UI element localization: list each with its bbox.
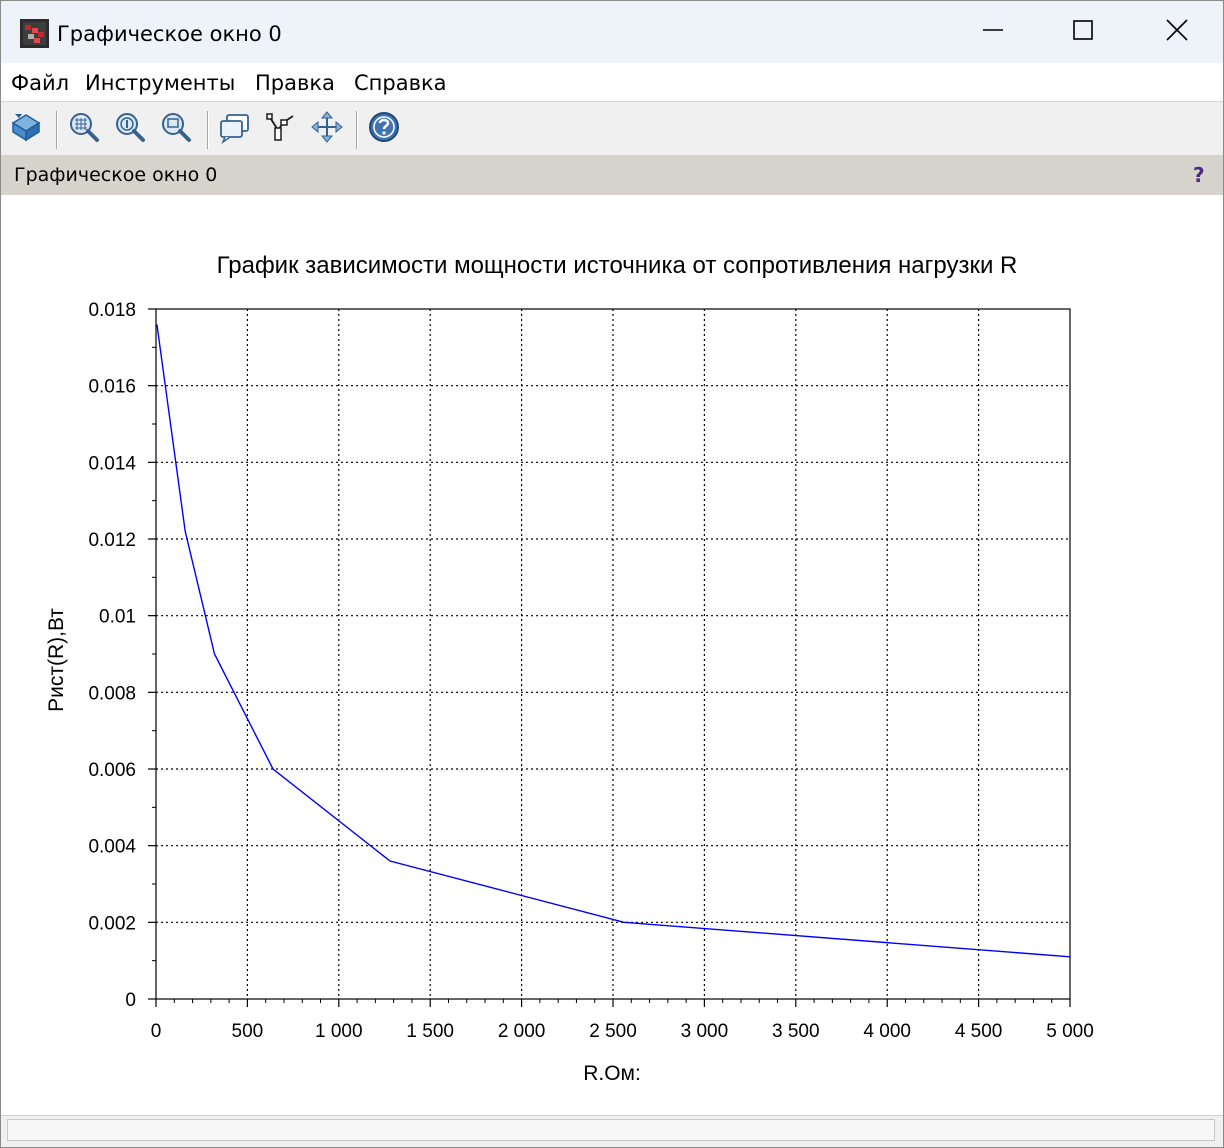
datatip-editor-icon [264,110,298,148]
y-tick-label: 0.002 [88,913,136,934]
x-tick-label: 4 000 [863,1021,911,1042]
rotate-button[interactable] [7,109,45,149]
plot-area: 0 500 1 000 1 500 2 000 2 500 3 000 3 500 4 000 4… [1,195,1223,1115]
help-icon [367,110,401,148]
x-tick-label: 1 000 [315,1021,363,1042]
chart-title: График зависимости мощности источника от… [217,252,1018,279]
toolbar-separator [356,111,358,149]
pan-button[interactable] [308,109,346,149]
y-tick-label: 0 [125,990,136,1011]
minimize-icon [982,19,1004,45]
toolbar [1,102,1223,155]
maximize-icon [1072,19,1094,45]
menu-tools[interactable]: Инструменты [85,69,235,97]
chart: 0 500 1 000 1 500 2 000 2 500 3 000 3 500 4 000 4… [45,252,1094,1085]
scilab-graphic-icon [20,19,49,48]
x-tick-label: 4 500 [955,1021,1003,1042]
y-tick-label: 0.01 [99,607,136,628]
zoom-original-icon [113,110,147,148]
datatip-button[interactable] [216,109,254,149]
window-title: Графическое окно 0 [57,22,282,46]
tick-labels: 0 500 1 000 1 500 2 000 2 500 3 000 3 500 4 000 4… [88,300,1093,1042]
y-tick-label: 0.018 [88,300,136,321]
y-tick-label: 0.004 [88,837,136,858]
x-tick-label: 0 [151,1021,162,1042]
y-tick-label: 0.006 [88,760,136,781]
panel-title: Графическое окно 0 [14,164,218,186]
rotate-icon [9,110,43,148]
grid [156,309,1070,999]
zoom-region-button[interactable] [157,109,195,149]
x-tick-label: 3 000 [681,1021,729,1042]
status-bar [1,1115,1223,1147]
zoom-region-icon [159,110,193,148]
menu-file[interactable]: Файл [11,69,69,97]
y-tick-label: 0.008 [88,683,136,704]
datatip-icon [218,110,252,148]
figure-panel-header: Графическое окно 0 ? [1,155,1223,195]
zoom-icon [67,110,101,148]
y-tick-label: 0.016 [88,377,136,398]
graphic-window: Графическое окно 0 Файл Инструменты Прав… [0,0,1224,1148]
x-tick-label: 2 500 [589,1021,637,1042]
panel-help-button[interactable]: ? [1193,163,1205,187]
status-field [7,1119,1215,1141]
x-axis-label: R.Ом: [583,1062,641,1085]
help-button[interactable] [365,109,403,149]
maximize-button[interactable] [1037,1,1129,63]
menu-edit[interactable]: Правка [255,69,335,97]
axis-ticks [148,308,1071,1007]
x-tick-label: 2 000 [498,1021,546,1042]
y-tick-label: 0.014 [88,453,136,474]
minimize-button[interactable] [947,1,1039,63]
menu-bar: Файл Инструменты Правка Справка [1,63,1223,102]
y-tick-label: 0.012 [88,530,136,551]
zoom-button[interactable] [65,109,103,149]
close-button[interactable] [1131,1,1223,63]
zoom-original-button[interactable] [111,109,149,149]
datatip-editor-button[interactable] [262,109,300,149]
pan-icon [310,110,344,148]
toolbar-separator [56,111,58,149]
menu-help[interactable]: Справка [354,69,447,97]
toolbar-separator [207,111,209,149]
title-bar[interactable]: Графическое окно 0 [1,1,1223,63]
y-axis-label: Рист(R),Вт [45,608,68,712]
x-tick-label: 5 000 [1046,1021,1094,1042]
x-tick-label: 3 500 [772,1021,820,1042]
x-tick-label: 500 [232,1021,264,1042]
close-icon [1165,18,1189,46]
x-tick-label: 1 500 [406,1021,454,1042]
